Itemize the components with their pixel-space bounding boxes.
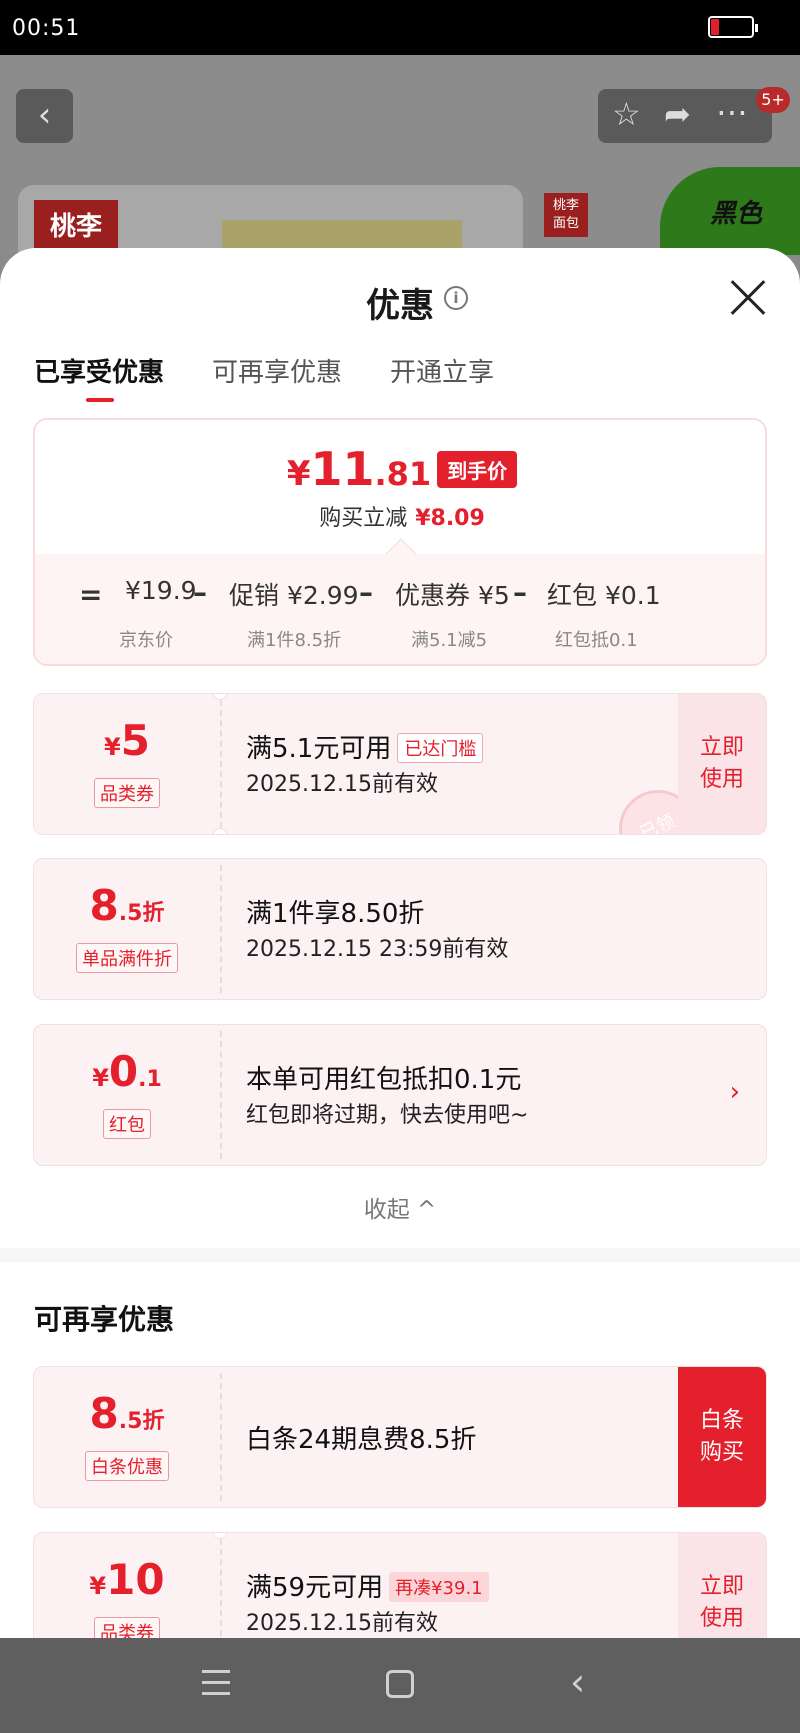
- product-text: 黑色: [710, 199, 763, 229]
- top-toolbar: ☆ ➦ ⋯: [598, 89, 772, 143]
- coupon-amount: 8.5折: [89, 1389, 165, 1438]
- coupon-amount-box: ¥10 品类券: [34, 1533, 220, 1638]
- coupon-divider: [220, 1031, 222, 1159]
- coupon-type: 单品满件折: [76, 943, 178, 973]
- coupon-validity: 2025.12.15前有效: [246, 772, 438, 797]
- coupon-condition: 本单可用红包抵扣0.1元: [246, 1065, 522, 1095]
- status-bar: 00:51: [0, 0, 800, 55]
- coupon-amount-box: 8.5折 单品满件折: [34, 859, 220, 999]
- threshold-tag: 已达门槛: [397, 733, 484, 763]
- coupon-condition: 满5.1元可用 已达门槛: [246, 728, 484, 765]
- coupon-amount-box: 8.5折 白条优惠: [34, 1367, 220, 1507]
- back-button[interactable]: ‹: [16, 89, 73, 143]
- cart-badge: 5+: [756, 87, 790, 113]
- star-icon[interactable]: ☆: [612, 95, 641, 133]
- final-price: ¥11.81: [286, 442, 432, 496]
- coupon-amount: 8.5折: [89, 881, 165, 930]
- coupon-validity: 红包即将过期，快去使用吧~: [246, 1103, 529, 1128]
- coupon-divider: [220, 865, 222, 993]
- coupon-divider: [220, 700, 222, 828]
- coupon-label: 满5.1减5: [411, 630, 488, 651]
- product-page-background: ‹ ☆ ➦ ⋯ 5+ 桃李 桃李 面包 黑色: [0, 55, 800, 255]
- section-title: 可再享优惠: [34, 1303, 175, 1336]
- status-time: 00:51: [12, 16, 81, 41]
- redpacket-label: 红包抵0.1: [555, 630, 638, 651]
- sheet-title: 优惠: [366, 286, 434, 326]
- discount-sheet: 优惠 i 已享受优惠 可再享优惠 开通立享 ¥11.81 到手价 购买立减 ¥8.0…: [0, 248, 800, 1638]
- info-icon[interactable]: i: [444, 286, 468, 310]
- brand-logo: 桃李: [34, 200, 118, 254]
- collapse-button[interactable]: 收起 ^: [0, 1190, 800, 1224]
- tab-underline: [86, 398, 114, 402]
- back-nav-icon[interactable]: ‹: [570, 1660, 585, 1704]
- home-icon[interactable]: [386, 1670, 414, 1698]
- redpacket-card[interactable]: ¥0.1 红包 本单可用红包抵扣0.1元 红包即将过期，快去使用吧~ ›: [33, 1024, 767, 1166]
- promo-label: 满1件8.5折: [247, 630, 342, 651]
- price-tag: 到手价: [437, 450, 518, 488]
- coupon-condition: 满1件享8.50折: [246, 899, 425, 929]
- system-nav-bar: ‹: [0, 1638, 800, 1733]
- promo-value: 促销 ¥2.99: [229, 581, 359, 610]
- price-summary: ¥11.81 到手价 购买立减 ¥8.09 = ¥19.9 京东价 – 促销 ¥2.…: [33, 418, 767, 666]
- coupon-amount: ¥10: [89, 1555, 165, 1604]
- coupon-amount: ¥5: [104, 716, 150, 765]
- coupon-amount: ¥0.1: [92, 1047, 162, 1096]
- coupon-divider: [220, 1539, 222, 1638]
- menu-icon[interactable]: [202, 1670, 230, 1696]
- coupon-validity: 2025.12.15前有效: [246, 1611, 438, 1636]
- share-icon[interactable]: ➦: [664, 95, 691, 133]
- minus-sign: –: [359, 576, 373, 609]
- section-gap: [0, 1248, 800, 1262]
- battery-icon: [708, 16, 758, 38]
- use-now-button[interactable]: 立即 使用: [678, 694, 766, 834]
- jd-price: ¥19.9: [125, 576, 197, 605]
- coupon-type: 品类券: [94, 1617, 160, 1638]
- coupon-value: 优惠券 ¥5: [395, 581, 510, 610]
- use-now-button[interactable]: 立即 使用: [678, 1533, 766, 1638]
- coupon-type: 品类券: [94, 778, 160, 808]
- coupon-condition: 满59元可用 再凑¥39.1: [246, 1567, 489, 1604]
- minus-sign: –: [193, 576, 207, 609]
- coupon-validity: 2025.12.15 23:59前有效: [246, 937, 509, 962]
- coupon-card[interactable]: ¥5 品类券 满5.1元可用 已达门槛 2025.12.15前有效 已领 立即 使…: [33, 693, 767, 835]
- minus-sign: –: [513, 576, 527, 609]
- redpacket-value: 红包 ¥0.1: [547, 581, 661, 610]
- product-banner: 黑色: [660, 167, 800, 255]
- coupon-type: 红包: [103, 1109, 151, 1139]
- more-icon[interactable]: ⋯: [716, 93, 748, 131]
- jd-price-label: 京东价: [119, 630, 173, 651]
- baitiao-buy-button[interactable]: 白条 购买: [678, 1367, 766, 1507]
- brand-logo-small: 桃李 面包: [544, 193, 588, 237]
- coupon-card[interactable]: ¥10 品类券 满59元可用 再凑¥39.1 2025.12.15前有效 立即 使…: [33, 1532, 767, 1638]
- tab-more[interactable]: 可再享优惠: [212, 352, 342, 389]
- price-breakdown: = ¥19.9 京东价 – 促销 ¥2.99 满1件8.5折 – 优惠券 ¥5 …: [35, 554, 765, 664]
- tab-enjoyed[interactable]: 已享受优惠: [34, 352, 164, 389]
- coupon-amount-box: ¥5 品类券: [34, 694, 220, 834]
- close-icon[interactable]: [728, 278, 768, 318]
- coupon-condition: 白条24期息费8.5折: [246, 1425, 477, 1455]
- chevron-right-icon[interactable]: ›: [730, 1077, 740, 1107]
- coupon-type: 白条优惠: [85, 1451, 169, 1481]
- add-more-tag: 再凑¥39.1: [389, 1572, 489, 1602]
- equals-sign: =: [79, 578, 103, 611]
- coupon-card: 8.5折 单品满件折 满1件享8.50折 2025.12.15 23:59前有效: [33, 858, 767, 1000]
- coupon-amount-box: ¥0.1 红包: [34, 1025, 220, 1165]
- final-price-row: ¥11.81 到手价: [35, 442, 765, 496]
- reduce-row: 购买立减 ¥8.09: [319, 506, 485, 531]
- baitiao-card: 8.5折 白条优惠 白条24期息费8.5折 白条 购买: [33, 1366, 767, 1508]
- tab-open[interactable]: 开通立享: [390, 352, 494, 389]
- coupon-divider: [220, 1373, 222, 1501]
